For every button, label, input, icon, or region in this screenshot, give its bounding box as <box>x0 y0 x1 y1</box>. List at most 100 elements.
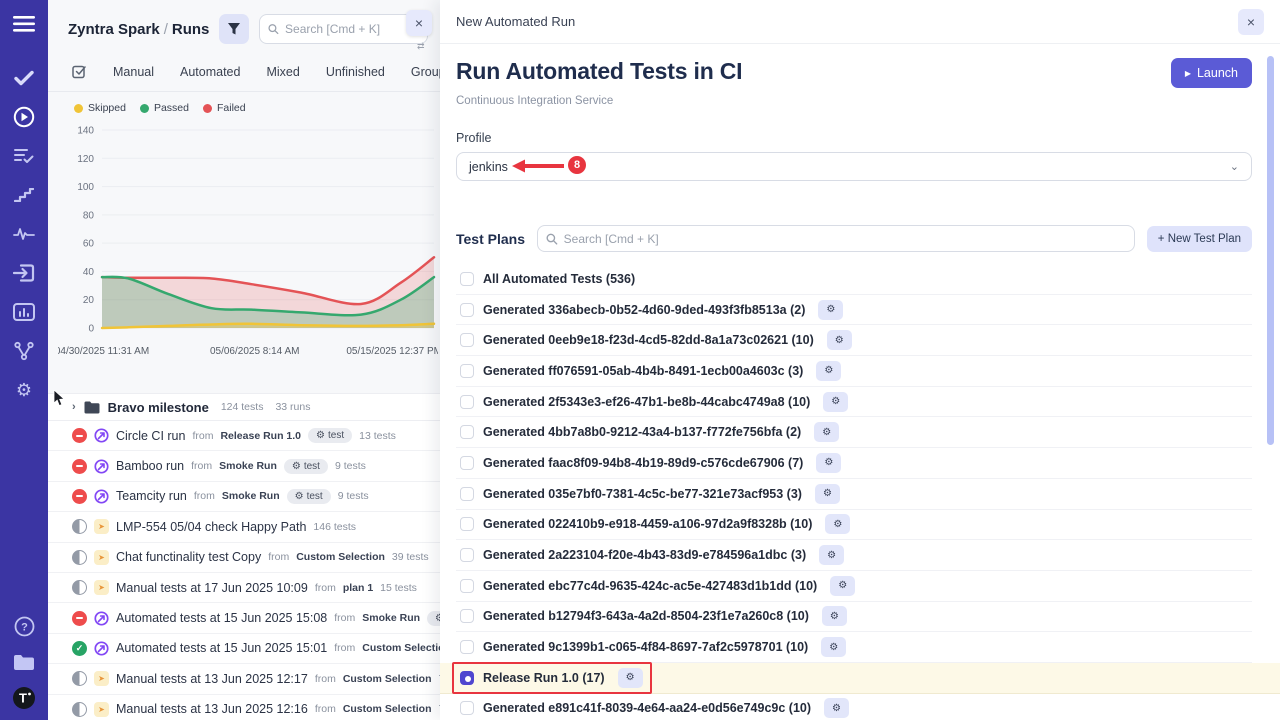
steps-icon[interactable] <box>12 183 36 207</box>
test-badge[interactable]: ⚙test <box>284 459 328 474</box>
run-row[interactable]: Teamcity runfromSmoke Run⚙test9 tests <box>48 482 440 512</box>
plan-settings-button[interactable]: ⚙ <box>815 484 840 504</box>
drawer-close-button[interactable]: × <box>406 10 432 36</box>
plan-checkbox[interactable] <box>460 395 474 409</box>
tab-unfinished[interactable]: Unfinished <box>326 65 385 79</box>
tab-manual[interactable]: Manual <box>113 65 154 79</box>
run-from-target: Custom Selection <box>296 551 385 563</box>
run-title: Run Automated Tests in CI <box>456 58 742 85</box>
plan-settings-button[interactable]: ⚙ <box>827 330 852 350</box>
test-plan-row[interactable]: All Automated Tests (536) <box>456 264 1252 295</box>
branch-icon[interactable] <box>12 339 36 363</box>
test-plan-row[interactable]: Generated 336abecb-0b52-4d60-9ded-493f3f… <box>456 295 1252 326</box>
run-row[interactable]: Circle CI runfromRelease Run 1.0⚙test13 … <box>48 421 440 451</box>
play-circle-icon[interactable] <box>12 105 36 129</box>
milestone-row[interactable]: › Bravo milestone 124 tests 33 runs <box>48 393 440 421</box>
tab-automated[interactable]: Automated <box>180 65 240 79</box>
plan-settings-button[interactable]: ⚙ <box>821 637 846 657</box>
test-plan-row[interactable]: Generated e891c41f-8039-4e64-aa24-e0d56e… <box>456 694 1252 720</box>
test-plan-row[interactable]: Generated 2a223104-f20e-4b43-83d9-e78459… <box>456 540 1252 571</box>
run-row[interactable]: ✓Automated tests at 15 Jun 2025 15:01fro… <box>48 634 440 664</box>
hamburger-icon[interactable] <box>12 12 36 36</box>
test-badge-label: test <box>307 491 323 502</box>
scrollbar-thumb[interactable] <box>1267 56 1274 445</box>
tab-groups[interactable]: Groups <box>411 65 440 79</box>
plan-label: Generated 0eeb9e18-f23d-4cd5-82dd-8a1a73… <box>483 333 814 347</box>
test-plan-row[interactable]: Generated 9c1399b1-c065-4f84-8697-7af2c5… <box>456 632 1252 663</box>
test-plan-row[interactable]: Generated ebc77c4d-9635-424c-ac5e-427483… <box>456 571 1252 602</box>
run-row[interactable]: Bamboo runfromSmoke Run⚙test9 tests <box>48 451 440 481</box>
sign-in-icon[interactable] <box>12 261 36 285</box>
launch-button[interactable]: ▶ Launch <box>1171 58 1252 88</box>
test-plans-search-input[interactable] <box>564 232 1126 246</box>
list-check-icon[interactable] <box>12 144 36 168</box>
logo[interactable]: T <box>12 686 36 710</box>
plan-settings-button[interactable]: ⚙ <box>818 300 843 320</box>
profile-select[interactable]: jenkins ⌄ <box>456 152 1252 181</box>
plan-checkbox[interactable] <box>460 333 474 347</box>
plan-checkbox[interactable] <box>460 548 474 562</box>
plan-settings-button[interactable]: ⚙ <box>816 453 841 473</box>
plan-checkbox[interactable] <box>460 701 474 715</box>
select-all-icon[interactable] <box>72 64 87 79</box>
test-plan-row[interactable]: Generated 0eeb9e18-f23d-4cd5-82dd-8a1a73… <box>456 325 1252 356</box>
test-badge-label: test <box>328 430 344 441</box>
plan-checkbox[interactable] <box>460 364 474 378</box>
plan-checkbox[interactable] <box>460 487 474 501</box>
close-icon[interactable]: × <box>1238 9 1264 35</box>
test-plan-row[interactable]: Generated 4bb7a8b0-9212-43a4-b137-f772fe… <box>456 417 1252 448</box>
pulse-icon[interactable] <box>12 222 36 246</box>
help-icon[interactable]: ? <box>12 614 36 638</box>
filter-button[interactable] <box>219 14 249 44</box>
test-plan-row[interactable]: Generated 2f5343e3-ef26-47b1-be8b-44cabc… <box>456 387 1252 418</box>
test-badge[interactable]: ⚙test <box>308 428 352 443</box>
test-plan-row[interactable]: Generated b12794f3-643a-4a2d-8504-23f1e7… <box>456 602 1252 633</box>
plan-checkbox[interactable] <box>460 456 474 470</box>
tab-mixed[interactable]: Mixed <box>266 65 299 79</box>
plan-checkbox[interactable] <box>460 272 474 286</box>
run-row[interactable]: ➤Manual tests at 13 Jun 2025 12:17fromCu… <box>48 664 440 694</box>
chevron-right-icon[interactable]: › <box>72 401 76 413</box>
plan-checkbox[interactable] <box>460 517 474 531</box>
plan-settings-button[interactable]: ⚙ <box>830 576 855 596</box>
expand-icon[interactable]: ⇄ <box>417 41 425 52</box>
test-plan-row[interactable]: Generated faac8f09-94b8-4b19-89d9-c576cd… <box>456 448 1252 479</box>
plan-settings-button[interactable]: ⚙ <box>823 392 848 412</box>
plan-checkbox[interactable] <box>460 640 474 654</box>
test-badge[interactable]: ⚙test <box>287 489 331 504</box>
run-row[interactable]: ➤LMP-554 05/04 check Happy Path146 tests <box>48 512 440 542</box>
runs-search <box>259 14 428 44</box>
test-plans-list: All Automated Tests (536)Generated 336ab… <box>456 264 1252 720</box>
test-plan-row[interactable]: Generated 035e7bf0-7381-4c5c-be77-321e73… <box>456 479 1252 510</box>
plan-checkbox[interactable] <box>460 303 474 317</box>
plan-settings-button[interactable]: ⚙ <box>618 668 643 688</box>
gear-icon[interactable]: ⚙ <box>12 378 36 402</box>
test-badge[interactable]: ⚙test <box>427 611 440 626</box>
plan-checkbox[interactable] <box>460 671 474 685</box>
folder-icon[interactable] <box>12 650 36 674</box>
run-row[interactable]: Automated tests at 15 Jun 2025 15:08from… <box>48 603 440 633</box>
run-row[interactable]: ➤Manual tests at 13 Jun 2025 12:16fromCu… <box>48 695 440 720</box>
plan-settings-button[interactable]: ⚙ <box>822 606 847 626</box>
plan-checkbox[interactable] <box>460 425 474 439</box>
play-icon: ▶ <box>1185 69 1191 78</box>
test-plan-row[interactable]: Generated ff076591-05ab-4b4b-8491-1ecb00… <box>456 356 1252 387</box>
plan-settings-button[interactable]: ⚙ <box>814 422 839 442</box>
plan-settings-button[interactable]: ⚙ <box>816 361 841 381</box>
test-plan-row[interactable]: Generated 022410b9-e918-4459-a106-97d2a9… <box>456 510 1252 541</box>
bar-chart-icon[interactable] <box>12 300 36 324</box>
test-plan-row[interactable]: Release Run 1.0 (17)⚙ <box>440 663 1280 694</box>
plan-checkbox[interactable] <box>460 579 474 593</box>
plan-settings-button[interactable]: ⚙ <box>825 514 850 534</box>
check-icon[interactable] <box>12 66 36 90</box>
project-name[interactable]: Zyntra Spark <box>68 21 160 38</box>
new-test-plan-button[interactable]: + New Test Plan <box>1147 226 1252 252</box>
plan-checkbox[interactable] <box>460 609 474 623</box>
run-row[interactable]: ➤Chat functinality test CopyfromCustom S… <box>48 543 440 573</box>
runs-search-input[interactable] <box>285 22 419 36</box>
plan-settings-button[interactable]: ⚙ <box>824 698 849 718</box>
legend-item-passed: Passed <box>140 102 189 114</box>
drawer-title: New Automated Run <box>456 14 575 29</box>
plan-settings-button[interactable]: ⚙ <box>819 545 844 565</box>
run-row[interactable]: ➤Manual tests at 17 Jun 2025 10:09frompl… <box>48 573 440 603</box>
